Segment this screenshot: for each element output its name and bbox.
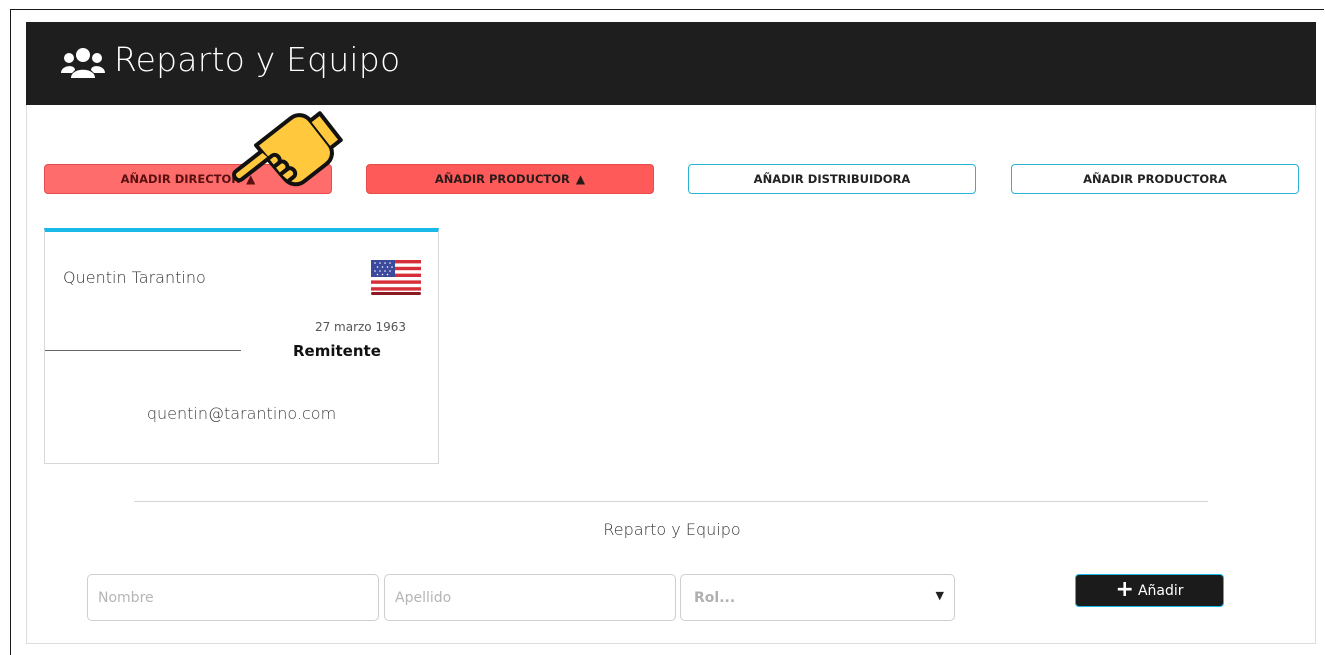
add-production-company-button[interactable]: AÑADIR PRODUCTORA	[1011, 164, 1299, 194]
add-distributor-label: AÑADIR DISTRIBUIDORA	[753, 172, 911, 186]
role-select-value: Rol...	[694, 590, 736, 606]
add-member-label: Añadir	[1137, 582, 1184, 599]
add-producer-button[interactable]: AÑADIR PRODUCTOR ▲	[366, 164, 654, 194]
pointing-hand-icon	[232, 111, 343, 187]
plus-icon: +	[1115, 576, 1134, 602]
add-production-company-label: AÑADIR PRODUCTORA	[1083, 172, 1227, 186]
page-header: Reparto y Equipo	[26, 22, 1316, 105]
add-producer-label: AÑADIR PRODUCTOR	[434, 172, 570, 186]
section-title: Reparto y Equipo	[603, 520, 741, 539]
crew-member-card[interactable]: Quentin Tarantino 27 marzo 1963 Remitent…	[44, 228, 439, 464]
card-divider	[45, 350, 241, 351]
member-email: quentin@tarantino.com	[146, 404, 337, 423]
last-name-input[interactable]	[384, 574, 676, 621]
member-name: Quentin Tarantino	[63, 268, 206, 287]
section-divider	[134, 501, 1208, 502]
page-title: Reparto y Equipo	[114, 40, 401, 79]
add-director-label: AÑADIR DIRECTOR	[120, 172, 241, 186]
caret-down-icon: ▼	[935, 589, 944, 602]
us-flag-icon	[371, 260, 421, 295]
member-role: Remitente	[293, 342, 381, 360]
add-distributor-button[interactable]: AÑADIR DISTRIBUIDORA	[688, 164, 976, 194]
role-select[interactable]: Rol... ▼	[680, 574, 955, 621]
add-member-button[interactable]: + Añadir	[1075, 574, 1224, 607]
warning-icon: ▲	[575, 172, 586, 186]
users-icon	[61, 48, 105, 78]
birth-date: 27 marzo 1963	[314, 320, 406, 334]
first-name-input[interactable]	[87, 574, 379, 621]
